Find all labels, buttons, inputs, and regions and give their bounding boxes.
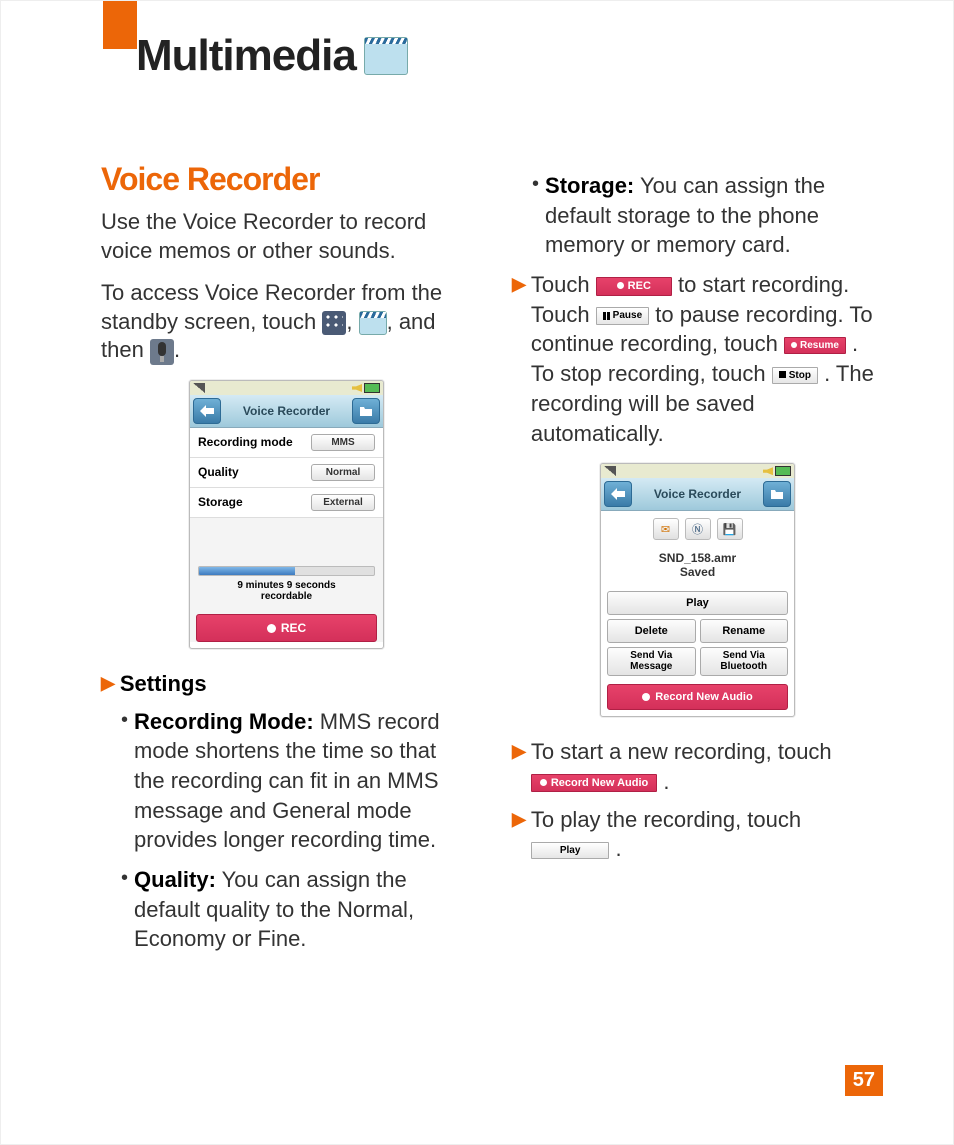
spacer [190, 518, 383, 558]
page-title: Multimedia [136, 31, 356, 81]
arrow-icon: ▶ [512, 272, 526, 448]
delete-button[interactable]: Delete [607, 619, 696, 643]
value-button-normal[interactable]: Normal [311, 464, 375, 481]
screen-title: Voice Recorder [635, 487, 760, 501]
right-column: • Storage: You can assign the default st… [512, 161, 883, 964]
folder-button[interactable] [763, 481, 791, 507]
bullet-icon: • [121, 707, 128, 855]
status-bar [190, 381, 383, 395]
inline-pause-button: Pause [596, 307, 649, 325]
play-recording-row: ▶ To play the recording, touch Play . [512, 805, 883, 864]
battery-icon [775, 466, 791, 476]
saved-label: Saved [601, 565, 794, 579]
settings-heading: Settings [120, 671, 207, 696]
speaker-icon [763, 467, 773, 475]
bullet-storage: • Storage: You can assign the default st… [532, 171, 883, 260]
text: . [174, 337, 180, 362]
text: Touch [531, 272, 596, 297]
microphone-icon [150, 339, 174, 365]
send-via-bluetooth-button[interactable]: Send ViaBluetooth [700, 647, 789, 676]
status-bar [601, 464, 794, 478]
inline-play-button: Play [531, 842, 610, 860]
page-header: Multimedia [136, 31, 408, 81]
row-storage: Storage External [190, 488, 383, 518]
settings-heading-row: ▶ Settings [101, 669, 472, 699]
n-icon[interactable]: Ⓝ [685, 518, 711, 540]
folder-button[interactable] [352, 398, 380, 424]
progress-area: 9 minutes 9 seconds recordable [190, 558, 383, 610]
label: Recording Mode: [134, 709, 314, 734]
value-button-mms[interactable]: MMS [311, 434, 375, 451]
label: Recording mode [198, 435, 293, 449]
text: , [346, 309, 358, 334]
text: To play the recording, touch [531, 807, 801, 832]
arrow-icon: ▶ [101, 671, 115, 699]
inline-stop-button: Stop [772, 367, 818, 385]
action-buttons: Play Delete Rename Send ViaMessage Send … [601, 591, 794, 680]
title-bar: Voice Recorder [190, 395, 383, 428]
icon-row: ✉ Ⓝ 💾 [601, 511, 794, 547]
progress-fill [199, 567, 295, 575]
text: To start a new recording, touch [531, 739, 832, 764]
row-recording-mode: Recording mode MMS [190, 428, 383, 458]
rec-button[interactable]: REC [196, 614, 377, 642]
back-button[interactable] [193, 398, 221, 424]
title-bar: Voice Recorder [601, 478, 794, 511]
intro-paragraph-1: Use the Voice Recorder to record voice m… [101, 208, 472, 265]
content-columns: Voice Recorder Use the Voice Recorder to… [101, 161, 883, 964]
screen-body: ✉ Ⓝ 💾 SND_158.amr Saved Play Delete Rena… [601, 511, 794, 710]
record-new-audio-button[interactable]: Record New Audio [607, 684, 788, 710]
clapperboard-icon [359, 311, 387, 335]
rename-button[interactable]: Rename [700, 619, 789, 643]
back-button[interactable] [604, 481, 632, 507]
label: Quality [198, 465, 239, 479]
screen-body: Recording mode MMS Quality Normal Storag… [190, 428, 383, 642]
bullet-recording-mode: • Recording Mode: MMS record mode shorte… [121, 707, 472, 855]
page-number: 57 [845, 1065, 883, 1096]
arrow-icon: ▶ [512, 807, 526, 864]
filename-block: SND_158.amr Saved [601, 547, 794, 591]
section-title: Voice Recorder [101, 161, 472, 198]
label: Storage: [545, 173, 634, 198]
battery-icon [364, 383, 380, 393]
touch-flow: ▶ Touch REC to start recording. Touch Pa… [512, 270, 883, 448]
text: . [663, 769, 669, 794]
bullet-quality: • Quality: You can assign the default qu… [121, 865, 472, 954]
save-icon[interactable]: 💾 [717, 518, 743, 540]
play-button[interactable]: Play [607, 591, 788, 615]
value-button-external[interactable]: External [311, 494, 375, 511]
progress-bar [198, 566, 375, 576]
apps-grid-icon [322, 311, 346, 335]
label: Storage [198, 495, 243, 509]
screen-title: Voice Recorder [224, 404, 349, 418]
inline-resume-button: Resume [784, 337, 846, 355]
intro-paragraph-2: To access Voice Recorder from the standb… [101, 279, 472, 365]
send-via-message-button[interactable]: Send ViaMessage [607, 647, 696, 676]
speaker-icon [352, 384, 362, 392]
timer-line-1: 9 minutes 9 seconds [198, 580, 375, 591]
bullet-icon: • [532, 171, 539, 260]
text: . [616, 836, 622, 861]
new-recording-row: ▶ To start a new recording, touch Record… [512, 737, 883, 796]
left-column: Voice Recorder Use the Voice Recorder to… [101, 161, 472, 964]
bullet-icon: • [121, 865, 128, 954]
filename: SND_158.amr [601, 551, 794, 565]
inline-record-new-button: Record New Audio [531, 774, 657, 793]
signal-icon [193, 383, 205, 393]
msg-icon[interactable]: ✉ [653, 518, 679, 540]
signal-icon [604, 466, 616, 476]
header-accent-box [103, 1, 137, 49]
clapperboard-icon [364, 37, 408, 75]
timer-line-2: recordable [198, 591, 375, 602]
inline-rec-button: REC [596, 277, 672, 296]
screenshot-voice-recorder-saved: Voice Recorder ✉ Ⓝ 💾 SND_158.amr Saved [600, 463, 795, 717]
row-quality: Quality Normal [190, 458, 383, 488]
label: Quality: [134, 867, 216, 892]
arrow-icon: ▶ [512, 739, 526, 796]
screenshot-voice-recorder-settings: Voice Recorder Recording mode MMS Qualit… [189, 380, 384, 649]
